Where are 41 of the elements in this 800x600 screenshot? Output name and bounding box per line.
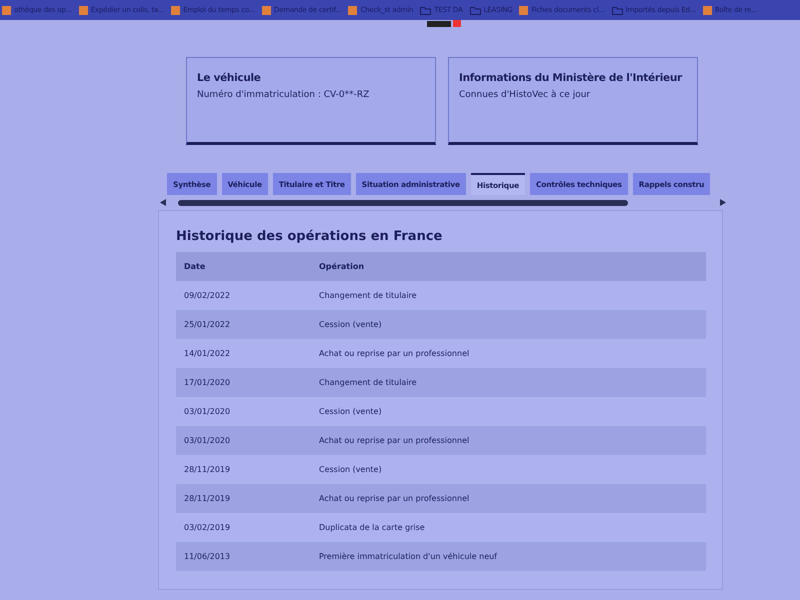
folder-icon [470, 6, 481, 14]
table-cell-text: 09/02/2022 [183, 291, 232, 300]
table-cell-text: Achat ou reprise par un professionnel [318, 436, 470, 445]
table-cell-text: 28/11/2019 [183, 494, 232, 503]
page-icon [171, 6, 180, 14]
column-header: Opération [318, 262, 366, 271]
table-cell-text: 28/11/2019 [183, 465, 232, 474]
table-cell-text: Cession (vente) [318, 465, 383, 474]
table-cell-text: Première immatriculation d'un véhicule neuf [318, 552, 498, 561]
page-icon [519, 6, 528, 14]
card-title: Le véhicule [197, 72, 262, 84]
table-cell-text: Cession (vente) [318, 407, 383, 416]
table-cell-text: 11/06/2013 [183, 552, 232, 561]
page-icon [348, 6, 358, 14]
card-title: Informations du Ministère de l'Intérieur [459, 72, 684, 84]
folder-icon [612, 6, 623, 14]
page-icon [262, 6, 271, 14]
logo-icon [427, 20, 463, 28]
scroll-right-icon[interactable] [720, 199, 726, 206]
column-header: Date [183, 262, 206, 271]
table-cell-text: Achat ou reprise par un professionnel [318, 349, 470, 358]
table-cell-text: 17/01/2020 [183, 378, 232, 387]
page-icon [2, 6, 11, 14]
table-cell-text: 25/01/2022 [183, 320, 232, 329]
table-cell-text: Changement de titulaire [318, 378, 418, 387]
scroll-left-icon[interactable] [160, 199, 166, 206]
page-icon [78, 6, 88, 14]
scrollbar-thumb[interactable] [178, 200, 628, 206]
table-cell-text: Changement de titulaire [318, 291, 418, 300]
table-cell-text: 14/01/2022 [183, 349, 232, 358]
table-cell-text: 03/01/2020 [183, 436, 232, 445]
table-cell-text: 03/02/2019 [183, 523, 232, 532]
table-cell-text: Achat ou reprise par un professionnel [318, 494, 470, 503]
table-cell-text: Cession (vente) [318, 320, 383, 329]
page-icon [702, 6, 712, 14]
table-cell-text: 03/01/2020 [183, 407, 232, 416]
section-title: Historique des opérations en France [176, 229, 444, 244]
table-cell-text: Duplicata de la carte grise [318, 523, 426, 532]
card-text: Numéro d'immatriculation : CV-0**-RZ [197, 90, 370, 100]
card-text: Connues d'HistoVec à ce jour [459, 90, 592, 100]
folder-icon [420, 6, 432, 14]
